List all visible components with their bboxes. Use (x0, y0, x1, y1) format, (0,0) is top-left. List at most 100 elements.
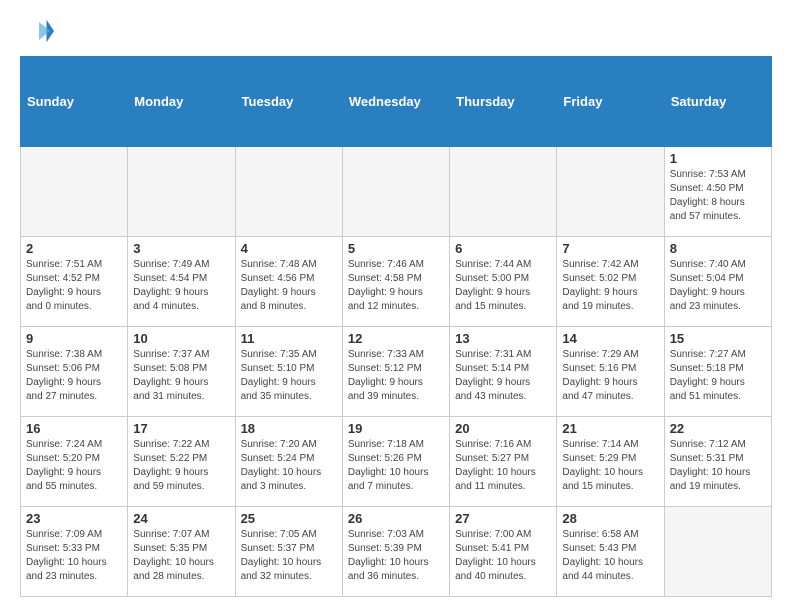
day-number: 1 (670, 151, 766, 166)
day-number: 21 (562, 421, 658, 436)
calendar-cell: 11Sunrise: 7:35 AM Sunset: 5:10 PM Dayli… (235, 327, 342, 417)
logo-icon (24, 16, 54, 46)
day-info: Sunrise: 7:48 AM Sunset: 4:56 PM Dayligh… (241, 258, 337, 314)
calendar-row-4: 23Sunrise: 7:09 AM Sunset: 5:33 PM Dayli… (21, 507, 772, 597)
calendar-cell: 2 Sunrise: 7:51 AM Sunset: 4:52 PM Daylig… (21, 237, 128, 327)
day-number: 5 (348, 241, 444, 256)
day-number: 17 (133, 421, 229, 436)
day-number: 26 (348, 511, 444, 526)
day-number: 15 (670, 331, 766, 346)
day-info: Sunrise: 7:24 AM Sunset: 5:20 PM Dayligh… (26, 438, 122, 494)
day-number: 24 (133, 511, 229, 526)
day-info: Sunrise: 7:00 AM Sunset: 5:41 PM Dayligh… (455, 528, 551, 584)
calendar-cell: 28 Sunrise: 6:58 AM Sunset: 5:43 PM Dayli… (557, 507, 664, 597)
day-info: Sunrise: 7:27 AM Sunset: 5:18 PM Dayligh… (670, 348, 766, 404)
day-info: Sunrise: 7:37 AM Sunset: 5:08 PM Dayligh… (133, 348, 229, 404)
weekday-thursday: Thursday (450, 57, 557, 147)
day-number: 11 (241, 331, 337, 346)
calendar-cell: 25 Sunrise: 7:05 AM Sunset: 5:37 PM Dayli… (235, 507, 342, 597)
logo (20, 16, 54, 46)
day-info: Sunrise: 7:33 AM Sunset: 5:12 PM Dayligh… (348, 348, 444, 404)
page-container: SundayMondayTuesdayWednesdayThursdayFrid… (0, 0, 792, 607)
day-info: Sunrise: 7:53 AM Sunset: 4:50 PM Dayligh… (670, 168, 766, 224)
day-number: 27 (455, 511, 551, 526)
day-info: Sunrise: 7:44 AM Sunset: 5:00 PM Dayligh… (455, 258, 551, 314)
calendar-cell: 14 Sunrise: 7:29 AM Sunset: 5:16 PM Dayli… (557, 327, 664, 417)
calendar-cell: 1 Sunrise: 7:53 AM Sunset: 4:50 PM Daylig… (664, 147, 771, 237)
calendar-cell (128, 147, 235, 237)
calendar-cell: 6 Sunrise: 7:44 AM Sunset: 5:00 PM Daylig… (450, 237, 557, 327)
calendar-row-0: 1 Sunrise: 7:53 AM Sunset: 4:50 PM Daylig… (21, 147, 772, 237)
calendar-table: SundayMondayTuesdayWednesdayThursdayFrid… (20, 56, 772, 597)
day-info: Sunrise: 7:29 AM Sunset: 5:16 PM Dayligh… (562, 348, 658, 404)
calendar-cell: 9Sunrise: 7:38 AM Sunset: 5:06 PM Daylig… (21, 327, 128, 417)
calendar-cell: 3Sunrise: 7:49 AM Sunset: 4:54 PM Daylig… (128, 237, 235, 327)
calendar-cell: 5 Sunrise: 7:46 AM Sunset: 4:58 PM Daylig… (342, 237, 449, 327)
weekday-wednesday: Wednesday (342, 57, 449, 147)
day-info: Sunrise: 7:22 AM Sunset: 5:22 PM Dayligh… (133, 438, 229, 494)
weekday-sunday: Sunday (21, 57, 128, 147)
day-info: Sunrise: 7:18 AM Sunset: 5:26 PM Dayligh… (348, 438, 444, 494)
day-info: Sunrise: 7:49 AM Sunset: 4:54 PM Dayligh… (133, 258, 229, 314)
calendar-row-1: 2 Sunrise: 7:51 AM Sunset: 4:52 PM Daylig… (21, 237, 772, 327)
day-info: Sunrise: 7:46 AM Sunset: 4:58 PM Dayligh… (348, 258, 444, 314)
calendar-row-2: 9Sunrise: 7:38 AM Sunset: 5:06 PM Daylig… (21, 327, 772, 417)
weekday-friday: Friday (557, 57, 664, 147)
calendar-row-3: 16 Sunrise: 7:24 AM Sunset: 5:20 PM Dayli… (21, 417, 772, 507)
day-number: 4 (241, 241, 337, 256)
calendar-cell: 24 Sunrise: 7:07 AM Sunset: 5:35 PM Dayli… (128, 507, 235, 597)
calendar-cell: 26 Sunrise: 7:03 AM Sunset: 5:39 PM Dayli… (342, 507, 449, 597)
day-number: 16 (26, 421, 122, 436)
day-info: Sunrise: 7:51 AM Sunset: 4:52 PM Dayligh… (26, 258, 122, 314)
day-number: 22 (670, 421, 766, 436)
calendar-cell: 20 Sunrise: 7:16 AM Sunset: 5:27 PM Dayli… (450, 417, 557, 507)
calendar-cell: 15 Sunrise: 7:27 AM Sunset: 5:18 PM Dayli… (664, 327, 771, 417)
day-info: Sunrise: 7:07 AM Sunset: 5:35 PM Dayligh… (133, 528, 229, 584)
day-info: Sunrise: 7:14 AM Sunset: 5:29 PM Dayligh… (562, 438, 658, 494)
day-info: Sunrise: 7:31 AM Sunset: 5:14 PM Dayligh… (455, 348, 551, 404)
day-number: 6 (455, 241, 551, 256)
day-number: 2 (26, 241, 122, 256)
day-number: 14 (562, 331, 658, 346)
calendar-cell (557, 147, 664, 237)
day-number: 19 (348, 421, 444, 436)
calendar-cell: 7 Sunrise: 7:42 AM Sunset: 5:02 PM Daylig… (557, 237, 664, 327)
day-info: Sunrise: 7:09 AM Sunset: 5:33 PM Dayligh… (26, 528, 122, 584)
calendar-cell (664, 507, 771, 597)
weekday-monday: Monday (128, 57, 235, 147)
day-info: Sunrise: 7:16 AM Sunset: 5:27 PM Dayligh… (455, 438, 551, 494)
calendar-cell: 18 Sunrise: 7:20 AM Sunset: 5:24 PM Dayli… (235, 417, 342, 507)
calendar-cell: 12 Sunrise: 7:33 AM Sunset: 5:12 PM Dayli… (342, 327, 449, 417)
day-number: 8 (670, 241, 766, 256)
day-number: 28 (562, 511, 658, 526)
weekday-header-row: SundayMondayTuesdayWednesdayThursdayFrid… (21, 57, 772, 147)
day-info: Sunrise: 7:05 AM Sunset: 5:37 PM Dayligh… (241, 528, 337, 584)
day-number: 7 (562, 241, 658, 256)
day-number: 13 (455, 331, 551, 346)
header (20, 16, 772, 46)
calendar-cell (342, 147, 449, 237)
day-info: Sunrise: 6:58 AM Sunset: 5:43 PM Dayligh… (562, 528, 658, 584)
day-number: 25 (241, 511, 337, 526)
weekday-tuesday: Tuesday (235, 57, 342, 147)
calendar-cell (235, 147, 342, 237)
day-number: 18 (241, 421, 337, 436)
calendar-cell: 10 Sunrise: 7:37 AM Sunset: 5:08 PM Dayli… (128, 327, 235, 417)
calendar-cell: 27 Sunrise: 7:00 AM Sunset: 5:41 PM Dayli… (450, 507, 557, 597)
day-info: Sunrise: 7:38 AM Sunset: 5:06 PM Dayligh… (26, 348, 122, 404)
day-number: 20 (455, 421, 551, 436)
day-number: 12 (348, 331, 444, 346)
calendar-cell: 16 Sunrise: 7:24 AM Sunset: 5:20 PM Dayli… (21, 417, 128, 507)
weekday-saturday: Saturday (664, 57, 771, 147)
day-info: Sunrise: 7:42 AM Sunset: 5:02 PM Dayligh… (562, 258, 658, 314)
calendar-cell: 22Sunrise: 7:12 AM Sunset: 5:31 PM Dayli… (664, 417, 771, 507)
calendar-cell: 8Sunrise: 7:40 AM Sunset: 5:04 PM Daylig… (664, 237, 771, 327)
day-number: 10 (133, 331, 229, 346)
calendar-cell: 21 Sunrise: 7:14 AM Sunset: 5:29 PM Dayli… (557, 417, 664, 507)
day-info: Sunrise: 7:20 AM Sunset: 5:24 PM Dayligh… (241, 438, 337, 494)
calendar-cell: 17 Sunrise: 7:22 AM Sunset: 5:22 PM Dayli… (128, 417, 235, 507)
calendar-cell: 19 Sunrise: 7:18 AM Sunset: 5:26 PM Dayli… (342, 417, 449, 507)
day-info: Sunrise: 7:03 AM Sunset: 5:39 PM Dayligh… (348, 528, 444, 584)
calendar-cell (21, 147, 128, 237)
calendar-cell: 23Sunrise: 7:09 AM Sunset: 5:33 PM Dayli… (21, 507, 128, 597)
